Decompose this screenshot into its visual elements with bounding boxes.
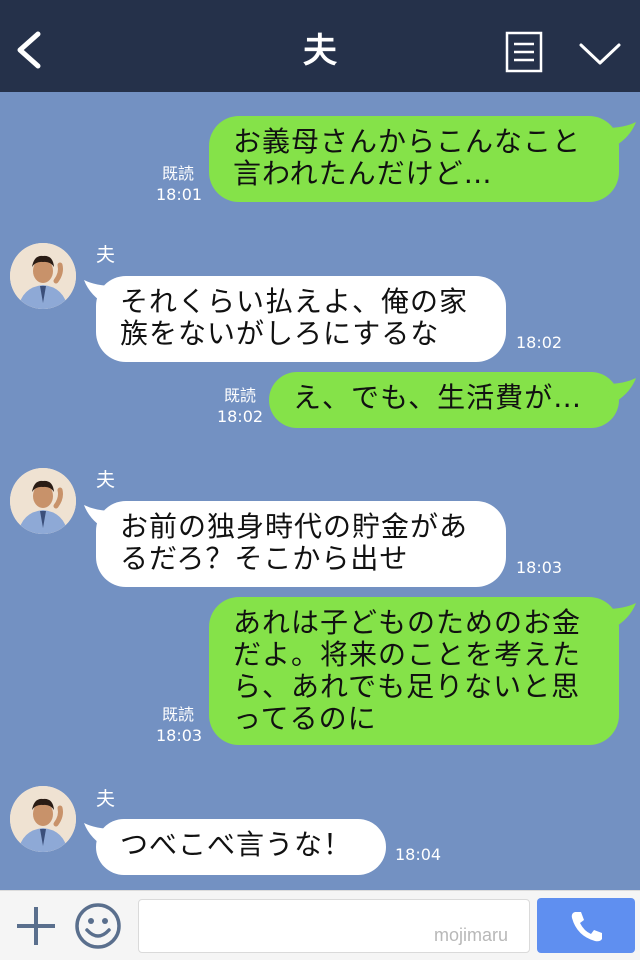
sender-name: 夫 xyxy=(96,469,116,491)
outgoing-message[interactable]: え、でも、生活費が… xyxy=(269,372,619,428)
bubble-tail xyxy=(606,603,636,629)
sender-name: 夫 xyxy=(96,244,116,266)
read-receipt: 既読 xyxy=(161,705,194,724)
husband-avatar-icon xyxy=(10,468,76,534)
input-bar xyxy=(0,890,640,960)
message-meta: 既読 18:01 xyxy=(156,163,203,205)
outgoing-message[interactable]: お義母さんからこんなこと 言われたんだけど… xyxy=(209,116,619,202)
watermark: mojimaru xyxy=(434,925,509,945)
message-time: 18:03 xyxy=(516,558,563,577)
message-time: 18:02 xyxy=(216,407,264,426)
message-meta: 既読 18:03 xyxy=(156,704,203,746)
notes-button[interactable] xyxy=(505,31,543,73)
message-line: お義母さんからこんなこと xyxy=(233,125,582,158)
message-line: 族をないがしろにするな xyxy=(120,317,440,350)
bubble-tail xyxy=(606,378,636,404)
notes-icon xyxy=(505,31,543,73)
message-line: え、でも、生活費が… xyxy=(293,381,583,414)
phone-icon xyxy=(571,912,602,942)
read-receipt: 既読 xyxy=(223,386,256,405)
chat-area: 既読 18:01 お義母さんからこんなこと 言われたんだけど… 夫 それくらい払… xyxy=(0,92,640,890)
incoming-message[interactable]: つべこべ言うな！ xyxy=(96,819,386,875)
message-line: 言われたんだけど… xyxy=(233,157,493,190)
chevron-down-icon xyxy=(579,43,621,65)
husband-avatar-icon xyxy=(10,243,76,309)
message-line: だよ。将来のことを考えた xyxy=(233,638,582,671)
avatar[interactable] xyxy=(10,243,76,309)
message-meta: 既読 18:02 xyxy=(216,385,264,427)
avatar[interactable] xyxy=(10,786,76,852)
message-time: 18:03 xyxy=(156,726,203,745)
message-time: 18:02 xyxy=(516,333,563,352)
smiley-icon xyxy=(75,903,121,949)
message-line: ら、あれでも足りないと思 xyxy=(233,670,581,703)
message-line: それくらい払えよ、俺の家 xyxy=(120,285,469,318)
chat-header: 夫 xyxy=(0,0,640,92)
avatar[interactable] xyxy=(10,468,76,534)
message-line: つべこべ言うな！ xyxy=(120,828,353,861)
collapse-button[interactable] xyxy=(578,40,622,68)
call-button[interactable] xyxy=(537,898,635,953)
chevron-left-icon xyxy=(17,31,41,69)
message-line: あれは子どものためのお金 xyxy=(233,606,582,639)
back-button[interactable] xyxy=(10,28,50,72)
bubble-tail xyxy=(606,122,636,148)
husband-avatar-icon xyxy=(10,786,76,852)
message-line: お前の独身時代の貯金があ xyxy=(120,510,469,543)
read-receipt: 既読 xyxy=(161,164,194,183)
emoji-button[interactable] xyxy=(74,902,122,950)
message-time: 18:01 xyxy=(156,185,203,204)
chat-title: 夫 xyxy=(303,31,337,71)
incoming-message[interactable]: お前の独身時代の貯金があ るだろ？そこから出せ xyxy=(96,501,506,587)
message-line: るだろ？そこから出せ xyxy=(120,542,409,575)
incoming-message[interactable]: それくらい払えよ、俺の家 族をないがしろにするな xyxy=(96,276,506,362)
outgoing-message[interactable]: あれは子どものためのお金 だよ。将来のことを考えた ら、あれでも足りないと思 っ… xyxy=(209,597,619,745)
message-time: 18:04 xyxy=(395,845,442,864)
sender-name: 夫 xyxy=(96,788,116,810)
message-line: ってるのに xyxy=(233,702,377,735)
add-button[interactable] xyxy=(14,903,58,949)
plus-icon xyxy=(17,907,55,945)
